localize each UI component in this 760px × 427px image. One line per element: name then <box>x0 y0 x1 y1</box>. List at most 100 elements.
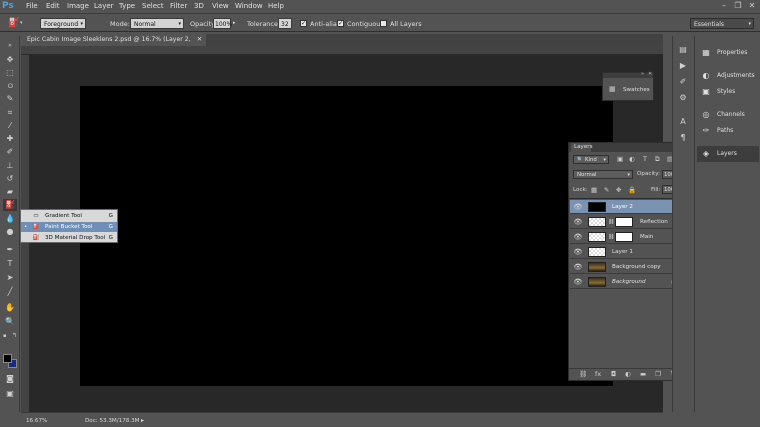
layers-tab[interactable]: Layers <box>571 143 593 152</box>
layer-name[interactable]: Background <box>612 275 646 289</box>
brush-panel-icon[interactable]: ✐ <box>676 76 690 88</box>
restore-button[interactable]: ❐ <box>732 1 744 12</box>
paint-bucket-icon[interactable]: ⛽ <box>8 18 19 28</box>
menu-3d[interactable]: 3D <box>194 2 204 10</box>
menu-edit[interactable]: Edit <box>46 2 60 10</box>
properties-panel-button[interactable]: ▦ Properties <box>697 45 759 61</box>
layer-style-fx-icon[interactable]: fx <box>595 370 601 378</box>
layer-mask-thumbnail[interactable] <box>615 217 633 227</box>
layer-name[interactable]: Layer 1 <box>612 245 633 259</box>
visibility-eye-icon[interactable]: 👁 <box>573 275 583 289</box>
swatches-tab[interactable]: Swatches <box>623 87 650 93</box>
path-selection-tool-icon[interactable]: ➤ <box>3 272 17 284</box>
type-layer-filter-icon[interactable]: T <box>643 155 647 163</box>
pen-tool-icon[interactable]: ✒ <box>3 244 17 256</box>
link-layers-icon[interactable]: ⛓ <box>579 370 587 378</box>
line-tool-icon[interactable]: ╱ <box>3 286 17 298</box>
quick-selection-tool-icon[interactable]: ✎ <box>3 93 17 105</box>
all-layers-checkbox[interactable] <box>380 20 387 27</box>
history-icon[interactable]: ▤ <box>676 44 690 56</box>
close-tab-icon[interactable]: ✕ <box>197 34 202 46</box>
lasso-tool-icon[interactable]: ഠ <box>3 80 17 92</box>
lock-all-icon[interactable]: 🔒 <box>628 186 636 194</box>
styles-panel-button[interactable]: ▣ Styles <box>697 84 759 100</box>
mask-link-icon[interactable]: ⛓ <box>608 215 614 229</box>
visibility-eye-icon[interactable]: 👁 <box>573 200 583 214</box>
healing-brush-tool-icon[interactable]: ✚ <box>3 133 17 145</box>
menu-file[interactable]: File <box>26 2 38 10</box>
foreground-color-swatch[interactable] <box>3 354 12 363</box>
layers-panel-button[interactable]: ◈ Layers <box>697 146 759 162</box>
workspace-select[interactable]: Essentials ▾ <box>690 18 754 29</box>
add-mask-icon[interactable]: ◘ <box>611 370 616 378</box>
character-panel-icon[interactable]: A <box>676 116 690 128</box>
lock-transparent-pixels-icon[interactable]: ▦ <box>591 186 597 194</box>
visibility-eye-icon[interactable]: 👁 <box>573 260 583 274</box>
pixel-layer-filter-icon[interactable]: ▣ <box>617 155 623 163</box>
layer-row-background[interactable]: 👁 Background 🔒 <box>570 275 685 289</box>
layer-name[interactable]: Main <box>640 230 653 244</box>
layer-row-main[interactable]: 👁 ⛓ Main <box>570 230 685 244</box>
menu-window[interactable]: Window <box>235 2 263 10</box>
marquee-tool-icon[interactable]: ⬚ <box>3 67 17 79</box>
clone-stamp-tool-icon[interactable]: ⊥ <box>3 160 17 172</box>
paths-panel-button[interactable]: ✑ Paths <box>697 123 759 139</box>
menu-image[interactable]: Image <box>67 2 89 10</box>
layer-mask-thumbnail[interactable] <box>615 232 633 242</box>
move-tool-icon[interactable]: ✥ <box>3 54 17 66</box>
eraser-tool-icon[interactable]: ▰ <box>3 186 17 198</box>
blend-mode-select[interactable]: Normal ▾ <box>573 170 633 179</box>
menu-help[interactable]: Help <box>268 2 284 10</box>
opacity-input[interactable]: 100% <box>213 18 232 29</box>
adjustment-layer-icon[interactable]: ◐ <box>625 370 631 378</box>
default-colors-icon[interactable]: ▪ <box>3 333 8 339</box>
paint-bucket-tool-icon[interactable]: ⛽ <box>3 199 17 211</box>
horizontal-ruler[interactable] <box>21 46 663 55</box>
quick-mask-icon[interactable]: ◙ <box>3 373 17 385</box>
document-tab[interactable]: Epic Cabin Image Sleeklens 2.psd @ 16.7%… <box>21 34 206 55</box>
opacity-slider-chevron-icon[interactable]: ▸ <box>233 20 236 26</box>
menu-type[interactable]: Type <box>119 2 135 10</box>
lock-position-icon[interactable]: ✥ <box>616 186 621 194</box>
tolerance-input[interactable]: 32 <box>278 18 292 29</box>
layer-row-background-copy[interactable]: 👁 Background copy <box>570 260 685 274</box>
swatches-panel-header[interactable]: » ✕ <box>603 71 653 78</box>
hand-tool-icon[interactable]: ✋ <box>3 302 17 314</box>
brush-tool-icon[interactable]: ✐ <box>3 146 17 158</box>
adjustment-layer-filter-icon[interactable]: ◐ <box>629 155 635 163</box>
status-arrow-icon[interactable]: ▸ <box>141 417 144 424</box>
history-brush-tool-icon[interactable]: ↺ <box>3 173 17 185</box>
material-drop-tool-menu-item[interactable]: ⛽ 3D Material Drop Tool G <box>21 233 117 243</box>
menu-filter[interactable]: Filter <box>170 2 187 10</box>
zoom-tool-icon[interactable]: 🔍 <box>3 316 17 328</box>
paint-bucket-tool-menu-item[interactable]: • ⛽ Paint Bucket Tool G <box>21 222 117 232</box>
layer-row-reflection[interactable]: 👁 ⛓ Reflection <box>570 215 685 229</box>
actions-icon[interactable]: ▶ <box>676 60 690 72</box>
visibility-eye-icon[interactable]: 👁 <box>573 245 583 259</box>
channels-panel-button[interactable]: ◎ Channels <box>697 107 759 123</box>
close-window-button[interactable]: ✕ <box>746 1 758 12</box>
dodge-tool-icon[interactable]: ● <box>3 226 17 238</box>
document-canvas[interactable] <box>80 86 613 386</box>
shape-layer-filter-icon[interactable]: ⧉ <box>655 155 660 164</box>
tool-presets-icon[interactable]: ⚙ <box>676 92 690 104</box>
menu-select[interactable]: Select <box>142 2 164 10</box>
crop-tool-icon[interactable]: ⌗ <box>3 107 17 119</box>
layer-name[interactable]: Reflection <box>640 215 668 229</box>
antialias-checkbox[interactable]: ✓ <box>300 20 307 27</box>
contiguous-checkbox[interactable]: ✓ <box>337 20 344 27</box>
menu-layer[interactable]: Layer <box>94 2 114 10</box>
blur-tool-icon[interactable]: 💧 <box>3 213 17 225</box>
gradient-tool-menu-item[interactable]: ▭ Gradient Tool G <box>21 211 117 221</box>
adjustments-panel-button[interactable]: ◐ Adjustments <box>697 68 759 84</box>
type-tool-icon[interactable]: T <box>3 258 17 270</box>
mode-select[interactable]: Normal ▾ <box>130 18 184 29</box>
zoom-level[interactable]: 16.67% <box>26 418 47 424</box>
layer-row-layer-2[interactable]: 👁 Layer 2 <box>570 200 685 214</box>
tool-preset-chevron-icon[interactable]: ▾ <box>20 20 23 26</box>
collapse-toolbox-icon[interactable]: » <box>3 40 17 52</box>
screen-mode-icon[interactable]: ▣ <box>3 388 17 400</box>
eyedropper-tool-icon[interactable]: ⁄ <box>3 120 17 132</box>
swap-colors-icon[interactable]: ↰ <box>12 332 17 339</box>
menu-view[interactable]: View <box>212 2 229 10</box>
